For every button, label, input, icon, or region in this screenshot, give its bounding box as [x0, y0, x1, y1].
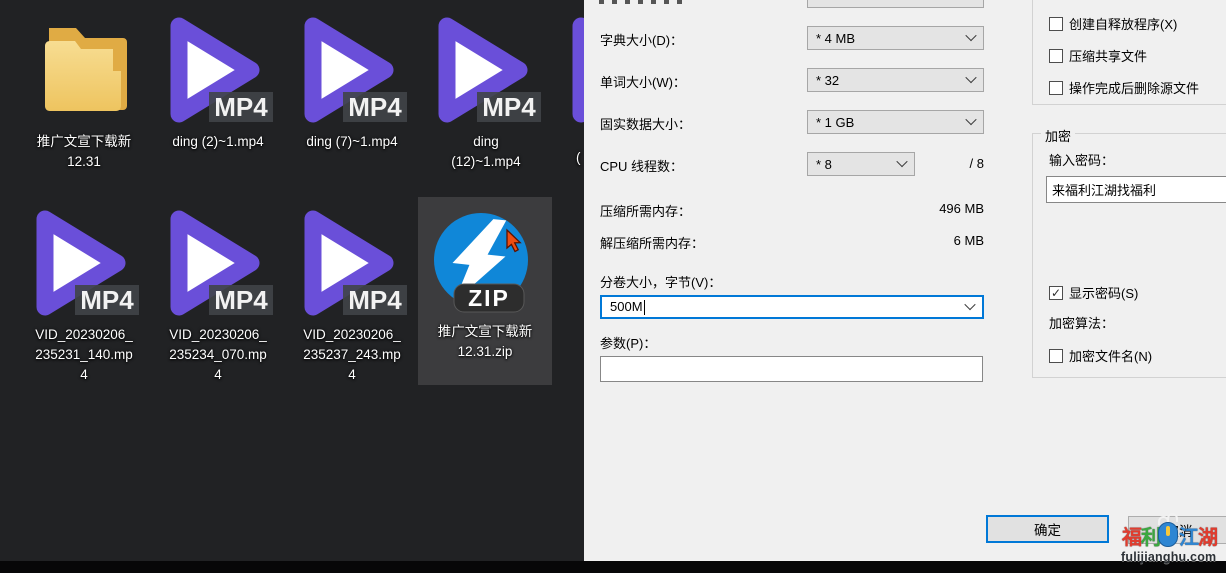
desktop-icon-mp4-ding12[interactable]: MP4 ding (12)~1.mp4 — [419, 8, 553, 172]
dictionary-size-label: 字典大小(D)： — [600, 30, 683, 49]
encrypt-names-checkbox-row[interactable]: 加密文件名(N) — [1049, 346, 1152, 365]
desktop-icon-vid-235237[interactable]: MP4 VID_20230206_ 235237_243.mp 4 — [285, 197, 419, 385]
solid-block-size-label: 固实数据大小： — [600, 114, 691, 133]
checkbox-unchecked[interactable] — [1049, 17, 1063, 31]
split-volume-input[interactable]: 500M — [600, 295, 984, 319]
password-label: 输入密码： — [1049, 150, 1114, 169]
text-caret — [644, 300, 645, 315]
solid-block-size-dropdown[interactable]: * 1 GB — [807, 110, 984, 134]
chevron-down-icon — [896, 155, 907, 166]
encryption-method-label: 加密算法： — [1049, 313, 1114, 332]
chevron-down-icon — [964, 298, 975, 309]
checkbox-checked[interactable]: ✓ — [1049, 286, 1063, 300]
chevron-down-icon — [965, 113, 976, 124]
memory-decompress-label: 解压缩所需内存： — [600, 233, 704, 252]
compression-level-dropdown-cutoff[interactable] — [807, 0, 984, 8]
parameters-label: 参数(P)： — [600, 333, 656, 352]
watermark-char: 江 — [1179, 528, 1199, 548]
icon-label: 235231_140.mp — [35, 345, 133, 365]
icon-label: VID_20230206_ — [169, 325, 267, 345]
chevron-down-icon — [965, 29, 976, 40]
password-input[interactable]: 来福利江湖找福利 — [1046, 176, 1226, 203]
svg-text:MP4: MP4 — [214, 92, 268, 122]
icon-label: 12.31 — [67, 152, 101, 172]
site-watermark: 福 利 江 湖 fulijianghu.com — [1121, 512, 1226, 570]
icon-label: ding (7)~1.mp4 — [306, 132, 397, 152]
word-size-label: 单词大小(W)： — [600, 72, 686, 91]
icon-label: 4 — [348, 365, 356, 385]
icon-label: 推广文宣下载新 — [438, 322, 533, 342]
icon-label: 235234_070.mp — [169, 345, 267, 365]
mp4-play-icon: MP4 — [285, 8, 419, 132]
watermark-domain: fulijianghu.com — [1121, 550, 1226, 564]
icon-label: 4 — [214, 365, 222, 385]
icon-label: VID_20230206_ — [35, 325, 133, 345]
desktop-icon-vid-235234[interactable]: MP4 VID_20230206_ 235234_070.mp 4 — [151, 197, 285, 385]
watermark-char: 湖 — [1198, 528, 1218, 548]
encryption-group-title: 加密 — [1041, 126, 1075, 145]
cpu-threads-dropdown[interactable]: * 8 — [807, 152, 915, 176]
cut-off-label-fragment — [599, 0, 689, 4]
desktop-icon-mp4-ding2[interactable]: MP4 ding (2)~1.mp4 — [151, 8, 285, 152]
icon-label: ding — [473, 132, 499, 152]
encrypt-names-label: 加密文件名(N) — [1069, 346, 1152, 365]
icon-label: 推广文宣下载新 — [37, 132, 132, 152]
desktop-icon-vid-235231[interactable]: MP4 VID_20230206_ 235231_140.mp 4 — [17, 197, 151, 385]
sfx-checkbox-row[interactable]: 创建自释放程序(X) — [1049, 14, 1177, 33]
word-size-dropdown[interactable]: * 32 — [807, 68, 984, 92]
chevron-down-icon — [965, 71, 976, 82]
share-checkbox-row[interactable]: 压缩共享文件 — [1049, 46, 1147, 65]
svg-text:MP4: MP4 — [80, 285, 134, 315]
parameters-input[interactable] — [600, 356, 983, 382]
desktop-icon-mp4-ding7[interactable]: MP4 ding (7)~1.mp4 — [285, 8, 419, 152]
split-volume-label: 分卷大小，字节(V)： — [600, 272, 721, 291]
memory-decompress-value: 6 MB — [954, 233, 984, 248]
mp4-play-icon: MP4 — [151, 8, 285, 132]
dictionary-size-dropdown[interactable]: * 4 MB — [807, 26, 984, 50]
svg-text:MP4: MP4 — [348, 285, 402, 315]
show-password-label: 显示密码(S) — [1069, 283, 1138, 302]
desktop-screen: 推广文宣下载新 12.31 MP4 ding (2)~1.mp4 MP4 din… — [0, 0, 1226, 573]
sfx-checkbox-label: 创建自释放程序(X) — [1069, 14, 1177, 33]
taskbar[interactable] — [0, 561, 1226, 573]
mp4-play-icon: MP4 — [17, 201, 151, 325]
memory-compress-value: 496 MB — [939, 201, 984, 216]
icon-label: 235237_243.mp — [303, 345, 401, 365]
mp4-play-icon: MP4 — [285, 201, 419, 325]
encryption-groupbox: 加密 输入密码： 来福利江湖找福利 ✓ 显示密码(S) 加密算法： 加密文件名(… — [1032, 133, 1226, 378]
icon-label: 4 — [80, 365, 88, 385]
delete-after-checkbox-row[interactable]: 操作完成后删除源文件 — [1049, 78, 1199, 97]
svg-text:MP4: MP4 — [348, 92, 402, 122]
ok-button[interactable]: 确定 — [986, 515, 1109, 543]
cpu-threads-max: / 8 — [970, 156, 984, 171]
options-groupbox: 创建自释放程序(X) 压缩共享文件 操作完成后删除源文件 — [1032, 0, 1226, 105]
icon-label: 12.31.zip — [458, 342, 513, 362]
icon-label: VID_20230206_ — [303, 325, 401, 345]
svg-text:ZIP: ZIP — [468, 285, 510, 311]
checkbox-unchecked[interactable] — [1049, 349, 1063, 363]
icon-label: ding (2)~1.mp4 — [172, 132, 263, 152]
folder-icon — [17, 8, 151, 132]
desktop-icon-zip-selected[interactable]: ZIP 推广文宣下载新 12.31.zip — [418, 197, 552, 385]
svg-text:MP4: MP4 — [482, 92, 536, 122]
share-checkbox-label: 压缩共享文件 — [1069, 46, 1147, 65]
watermark-char: 福 — [1122, 528, 1142, 548]
delete-after-checkbox-label: 操作完成后删除源文件 — [1069, 78, 1199, 97]
cpu-threads-label: CPU 线程数： — [600, 156, 683, 175]
checkbox-unchecked[interactable] — [1049, 81, 1063, 95]
checkbox-unchecked[interactable] — [1049, 49, 1063, 63]
svg-text:MP4: MP4 — [214, 285, 268, 315]
add-to-archive-dialog: 字典大小(D)： * 4 MB 单词大小(W)： * 32 固实数据大小： * … — [584, 0, 1226, 561]
icon-label: (12)~1.mp4 — [451, 152, 520, 172]
mouse-logo-icon — [1158, 513, 1178, 547]
memory-compress-label: 压缩所需内存： — [600, 201, 691, 220]
icon-label: ( — [576, 148, 581, 168]
show-password-checkbox-row[interactable]: ✓ 显示密码(S) — [1049, 283, 1138, 302]
mp4-play-icon: MP4 — [419, 8, 553, 132]
mp4-play-icon: MP4 — [151, 201, 285, 325]
bandizip-zip-icon: ZIP — [418, 202, 552, 322]
desktop-icon-folder[interactable]: 推广文宣下载新 12.31 — [17, 8, 151, 172]
